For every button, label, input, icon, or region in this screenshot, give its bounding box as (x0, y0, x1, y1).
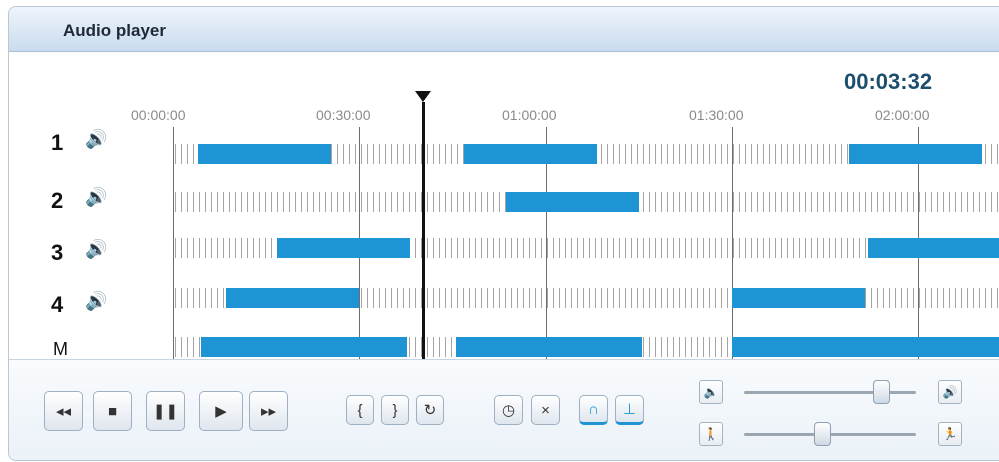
volume-slider-thumb[interactable] (873, 380, 890, 404)
speaker-icon[interactable]: 🔊 (85, 129, 107, 150)
track-segment[interactable] (201, 337, 407, 357)
track-segment[interactable] (732, 337, 999, 357)
speed-slider-thumb[interactable] (814, 422, 831, 446)
clock-button[interactable]: ◷ (494, 395, 523, 425)
track-segment[interactable] (506, 192, 639, 212)
speaker-icon[interactable]: 🔊 (85, 291, 107, 312)
close-button[interactable]: × (531, 395, 560, 425)
track-label-1: 1 (51, 130, 64, 155)
set-marker-button[interactable]: ⊥ (615, 395, 644, 425)
run-icon[interactable]: 🏃 (938, 422, 962, 446)
speaker-icon[interactable]: 🔊 (85, 187, 107, 208)
tick-label: 00:30:00 (316, 107, 371, 123)
tick-label: 01:00:00 (502, 107, 557, 123)
track-segment[interactable] (456, 337, 642, 357)
playhead[interactable] (422, 102, 425, 366)
track-label-4: 4 (51, 292, 64, 317)
tick-label: 00:00:00 (131, 107, 186, 123)
loop-button[interactable]: ↻ (416, 395, 444, 425)
play-button[interactable]: ▶ (199, 391, 243, 431)
stop-button[interactable]: ■ (93, 391, 132, 431)
rewind-button[interactable]: ◂◂ (44, 391, 83, 431)
fast-forward-button[interactable]: ▸▸ (249, 391, 288, 431)
track-segment[interactable] (277, 238, 410, 258)
track-segment[interactable] (198, 144, 331, 164)
pause-button[interactable]: ❚❚ (146, 391, 185, 431)
volume-slider-track[interactable] (744, 391, 916, 394)
track-segment[interactable] (868, 238, 999, 258)
walk-icon[interactable]: 🚶 (699, 422, 723, 446)
speaker-high-icon[interactable]: 🔊 (938, 380, 962, 404)
mark-out-button[interactable]: } (381, 395, 409, 425)
speaker-low-icon[interactable]: 🔈 (699, 380, 723, 404)
track-segment[interactable] (732, 288, 865, 308)
headphones-button[interactable]: ∩ (579, 395, 608, 425)
tick-label: 01:30:00 (689, 107, 744, 123)
time-gridline (173, 127, 174, 365)
speaker-icon[interactable]: 🔊 (85, 239, 107, 260)
audio-player-window: Audio player 00:03:32 00:00:00 00:30:00 … (8, 6, 999, 461)
track-label-3: 3 (51, 240, 64, 265)
track-segment[interactable] (226, 288, 359, 308)
track-segment[interactable] (464, 144, 597, 164)
track-segment[interactable] (849, 144, 982, 164)
track-label-master: M (53, 339, 68, 359)
playhead-handle[interactable] (415, 91, 431, 102)
mark-in-button[interactable]: { (346, 395, 374, 425)
tick-label: 02:00:00 (875, 107, 930, 123)
track-label-2: 2 (51, 188, 64, 213)
